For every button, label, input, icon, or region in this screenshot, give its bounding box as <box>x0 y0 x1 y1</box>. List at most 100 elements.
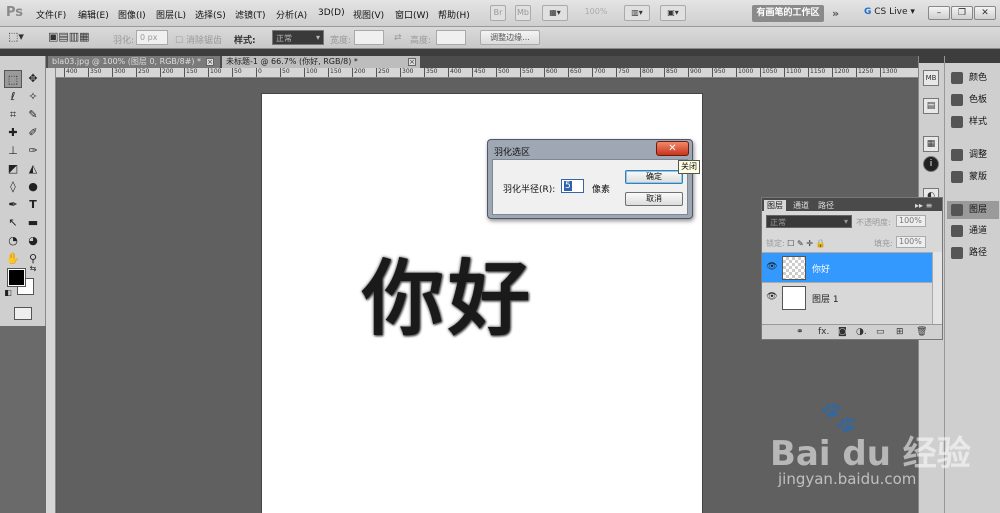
clone-stamp-icon[interactable]: ⊥ <box>4 142 22 160</box>
refine-edge-button[interactable]: 调整边缘... <box>480 30 540 45</box>
panel-adjustments[interactable]: 调整 <box>947 146 999 164</box>
width-input[interactable] <box>354 30 384 45</box>
add-mask-icon[interactable]: ◙ <box>838 327 847 337</box>
link-layers-icon[interactable]: ⚭ <box>796 327 804 337</box>
close-window-button[interactable]: ✕ <box>974 6 996 20</box>
feather-input[interactable]: 0 px <box>136 30 168 45</box>
navigator-panel-icon[interactable]: ▦ <box>923 136 939 152</box>
shape-tool-icon[interactable]: ▬ <box>24 214 42 232</box>
blur-tool-icon[interactable]: ◊ <box>4 178 22 196</box>
menu-analysis[interactable]: 分析(A) <box>276 8 307 21</box>
blend-mode-select[interactable]: 正常 ▾ <box>766 215 852 228</box>
workspace-button[interactable]: 有画笔的工作区 <box>752 5 824 22</box>
3d-rotate-icon[interactable]: ◔ <box>4 232 22 250</box>
3d-orbit-icon[interactable]: ◕ <box>24 232 42 250</box>
menu-3d[interactable]: 3D(D) <box>318 8 345 18</box>
dodge-tool-icon[interactable]: ● <box>24 178 42 196</box>
zoom-level[interactable]: 100% <box>578 5 614 21</box>
panel-masks[interactable]: 蒙版 <box>947 168 999 186</box>
history-brush-icon[interactable]: ✑ <box>24 142 42 160</box>
antialias-checkbox[interactable]: ☐ 消除锯齿 <box>175 33 222 46</box>
crop-tool-icon[interactable]: ⌗ <box>4 106 22 124</box>
tab-layers[interactable]: 图层 <box>764 200 786 211</box>
rect-marquee-tool-icon[interactable]: ⬚ <box>4 70 22 88</box>
visibility-eye-icon[interactable]: 👁 <box>766 291 778 303</box>
fill-input[interactable]: 100% <box>896 236 926 248</box>
selection-mode-icons[interactable]: ▣▤▥▦ <box>48 30 90 43</box>
panel-layers[interactable]: 图层 <box>947 201 999 219</box>
new-group-icon[interactable]: ▭ <box>876 327 885 337</box>
tab-channels[interactable]: 通道 <box>790 200 812 211</box>
delete-layer-icon[interactable]: 🗑 <box>916 327 927 337</box>
marquee-preset-icon[interactable]: ⬚▾ <box>8 30 24 43</box>
panel-color[interactable]: 颜色 <box>947 69 999 87</box>
menu-view[interactable]: 视图(V) <box>353 8 384 21</box>
restore-button[interactable]: ❐ <box>951 6 973 20</box>
layers-scrollbar[interactable] <box>932 252 942 324</box>
magic-wand-icon[interactable]: ✧ <box>24 88 42 106</box>
path-selection-icon[interactable]: ↖ <box>4 214 22 232</box>
menu-file[interactable]: 文件(F) <box>36 8 66 21</box>
menu-filter[interactable]: 滤镜(T) <box>235 8 266 21</box>
panel-paths[interactable]: 路径 <box>947 244 999 262</box>
dock-collapse-strip[interactable] <box>919 56 944 63</box>
ok-button[interactable]: 确定 <box>625 170 683 184</box>
paint-bucket-icon[interactable]: ◭ <box>24 160 42 178</box>
horizontal-ruler[interactable]: 400 350 300 250 200 150 100 50 0 50 100 150 200 250 30… <box>56 68 918 78</box>
dock-collapse-strip[interactable] <box>945 56 1000 63</box>
vertical-ruler[interactable] <box>46 68 56 513</box>
menu-help[interactable]: 帮助(H) <box>438 8 470 21</box>
layer-style-icon[interactable]: fx. <box>818 327 829 337</box>
menu-window[interactable]: 窗口(W) <box>395 8 429 21</box>
arrange-documents-icon[interactable]: ▥▾ <box>624 5 650 21</box>
tab-bla03[interactable]: bla03.jpg @ 100% (图层 0, RGB/8#) * × <box>48 56 220 68</box>
quick-mask-icon[interactable] <box>14 307 32 320</box>
default-colors-icon[interactable]: ◧ <box>3 288 13 298</box>
move-tool-icon[interactable]: ✥ <box>24 70 42 88</box>
close-icon[interactable]: × <box>206 58 214 66</box>
feather-radius-input[interactable]: 5 <box>561 179 584 193</box>
view-extras-icon[interactable]: ▦▾ <box>542 5 568 21</box>
layer-row-layer1[interactable]: 👁 图层 1 <box>762 282 932 312</box>
bridge-button[interactable]: Br <box>490 5 506 21</box>
panel-swatches[interactable]: 色板 <box>947 91 999 109</box>
menu-edit[interactable]: 编辑(E) <box>78 8 109 21</box>
panel-menu-icon[interactable]: ▸▸ ≡ <box>912 200 935 211</box>
healing-brush-icon[interactable]: ✚ <box>4 124 22 142</box>
height-input[interactable] <box>436 30 466 45</box>
swap-colors-icon[interactable]: ⇆ <box>28 264 38 274</box>
menu-layer[interactable]: 图层(L) <box>156 8 186 21</box>
panel-channels[interactable]: 通道 <box>947 222 999 240</box>
panel-collapse-strip[interactable] <box>0 49 1000 56</box>
new-layer-icon[interactable]: ⊞ <box>896 327 904 337</box>
screen-mode-icon[interactable]: ▣▾ <box>660 5 686 21</box>
tab-untitled-1[interactable]: 未标题-1 @ 66.7% (你好, RGB/8) * × <box>222 56 420 68</box>
swap-icon[interactable]: ⇄ <box>394 33 402 43</box>
foreground-color-swatch[interactable] <box>7 268 26 287</box>
minibridge-button[interactable]: Mb <box>515 5 531 21</box>
dialog-close-button[interactable]: ✕ <box>656 141 689 156</box>
eraser-tool-icon[interactable]: ◩ <box>4 160 22 178</box>
close-icon[interactable]: × <box>408 58 416 66</box>
type-tool-icon[interactable]: T <box>24 196 42 214</box>
workspace-expand-icon[interactable]: » <box>832 7 839 20</box>
brush-tool-icon[interactable]: ✐ <box>24 124 42 142</box>
panel-styles[interactable]: 样式 <box>947 113 999 131</box>
history-panel-icon[interactable]: ▤ <box>923 98 939 114</box>
pen-tool-icon[interactable]: ✒ <box>4 196 22 214</box>
adjustment-layer-icon[interactable]: ◑. <box>856 327 867 337</box>
menu-select[interactable]: 选择(S) <box>195 8 226 21</box>
eyedropper-icon[interactable]: ✎ <box>24 106 42 124</box>
lasso-tool-icon[interactable]: ℓ <box>4 88 22 106</box>
minimize-button[interactable]: – <box>928 6 950 20</box>
info-panel-icon[interactable]: i <box>923 156 939 172</box>
tab-paths[interactable]: 路径 <box>815 200 837 211</box>
lock-icons[interactable]: ☐ ✎ ✛ 🔒 <box>787 239 825 248</box>
canvas-text-layer[interactable]: 你好 <box>362 232 534 351</box>
hand-tool-icon[interactable]: ✋ <box>4 250 22 268</box>
minibridge-panel-icon[interactable]: MB <box>923 70 939 86</box>
cs-live-button[interactable]: G CS Live ▾ <box>864 7 915 17</box>
cancel-button[interactable]: 取消 <box>625 192 683 206</box>
layer-row-nihao[interactable]: 👁 你好 <box>762 252 932 282</box>
opacity-input[interactable]: 100% <box>896 215 926 227</box>
